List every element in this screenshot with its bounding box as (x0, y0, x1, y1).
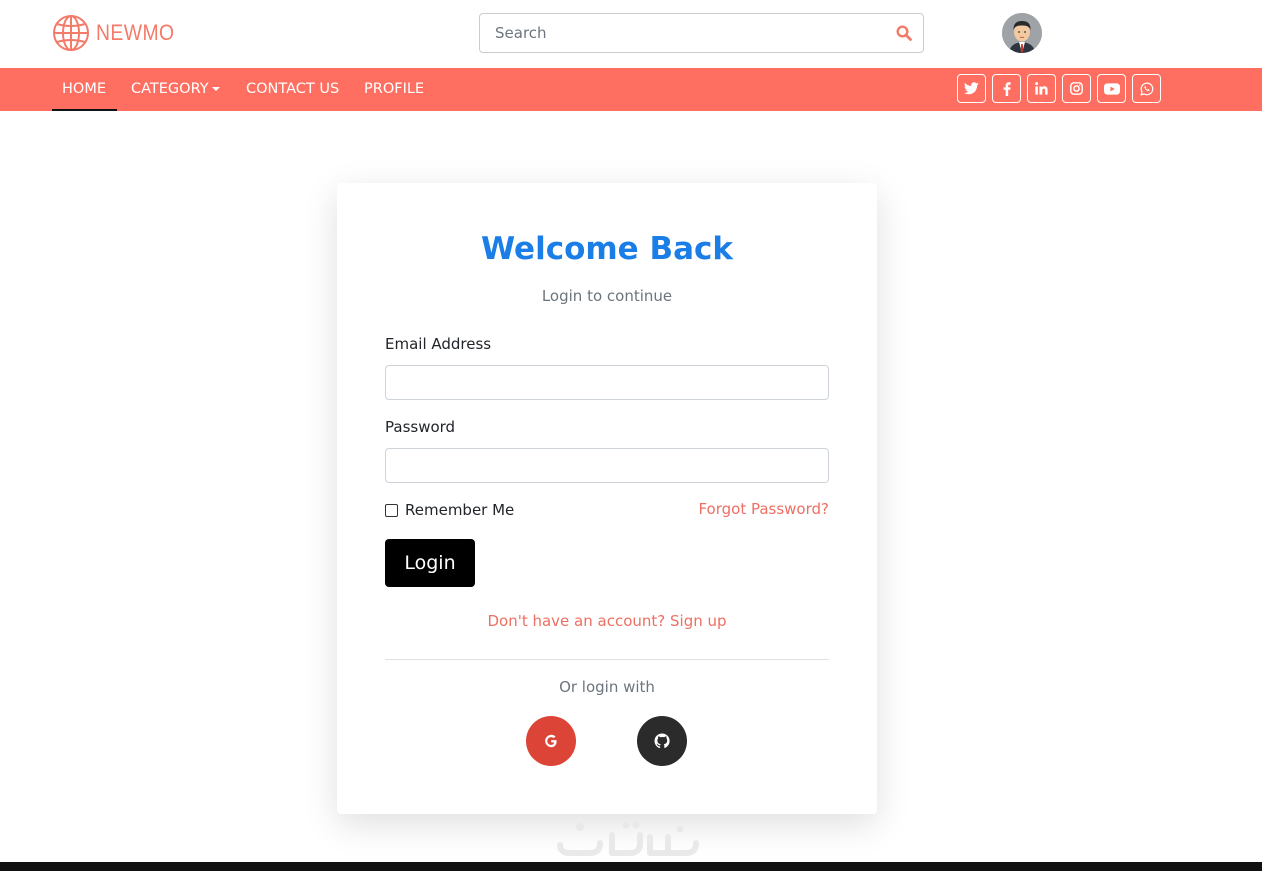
twitter-link[interactable] (957, 74, 986, 103)
github-icon (654, 733, 670, 749)
nav-home[interactable]: HOME (52, 68, 117, 111)
logo[interactable]: NEWMO (52, 14, 185, 52)
twitter-icon (964, 82, 979, 95)
youtube-link[interactable] (1097, 74, 1126, 103)
google-icon (545, 734, 557, 748)
email-field[interactable] (385, 365, 829, 400)
facebook-link[interactable] (992, 74, 1021, 103)
password-label: Password (385, 418, 456, 436)
page-subtitle: Login to continue (541, 287, 673, 305)
remember-me-label[interactable]: Remember Me (405, 501, 514, 519)
search-icon (896, 25, 912, 41)
login-card: Welcome Back Login to continue Email Add… (337, 183, 877, 814)
forgot-password-link[interactable]: Forgot Password? (698, 500, 829, 518)
remember-me-checkbox[interactable] (385, 503, 398, 517)
search-button[interactable] (893, 22, 915, 44)
search-input[interactable] (480, 14, 880, 52)
whatsapp-link[interactable] (1132, 74, 1161, 103)
google-login-button[interactable] (526, 716, 576, 766)
instagram-link[interactable] (1062, 74, 1091, 103)
watermark-logo (557, 821, 699, 856)
top-header: NEWMO (0, 0, 1262, 68)
nav-category[interactable]: CATEGORY (131, 68, 220, 111)
divider (385, 659, 829, 660)
facebook-icon (1003, 81, 1011, 96)
avatar[interactable] (1002, 13, 1042, 53)
main-navbar: HOME CATEGORY CONTACT US PROFILE (0, 68, 1262, 111)
remember-me: Remember Me (385, 501, 514, 519)
or-login-with-text: Or login with (559, 678, 655, 696)
password-field[interactable] (385, 448, 829, 483)
linkedin-icon (1035, 82, 1048, 95)
footer-bar (0, 862, 1262, 871)
user-avatar-icon (1002, 13, 1042, 53)
github-login-button[interactable] (637, 716, 687, 766)
page-title: Welcome Back (480, 231, 734, 267)
search-box (479, 13, 924, 53)
instagram-icon (1070, 82, 1083, 95)
nav-contact-us[interactable]: CONTACT US (246, 68, 339, 111)
email-label: Email Address (385, 335, 492, 353)
logo-text: NEWMO (96, 20, 175, 45)
nav-profile[interactable]: PROFILE (364, 68, 424, 111)
nav-category-label: CATEGORY (131, 81, 209, 97)
login-button[interactable]: Login (385, 539, 475, 587)
signup-link[interactable]: Don't have an account? Sign up (337, 612, 877, 630)
youtube-icon (1103, 82, 1120, 95)
whatsapp-icon (1139, 82, 1153, 96)
globe-icon (53, 15, 89, 51)
caret-down-icon (211, 87, 220, 91)
linkedin-link[interactable] (1027, 74, 1056, 103)
